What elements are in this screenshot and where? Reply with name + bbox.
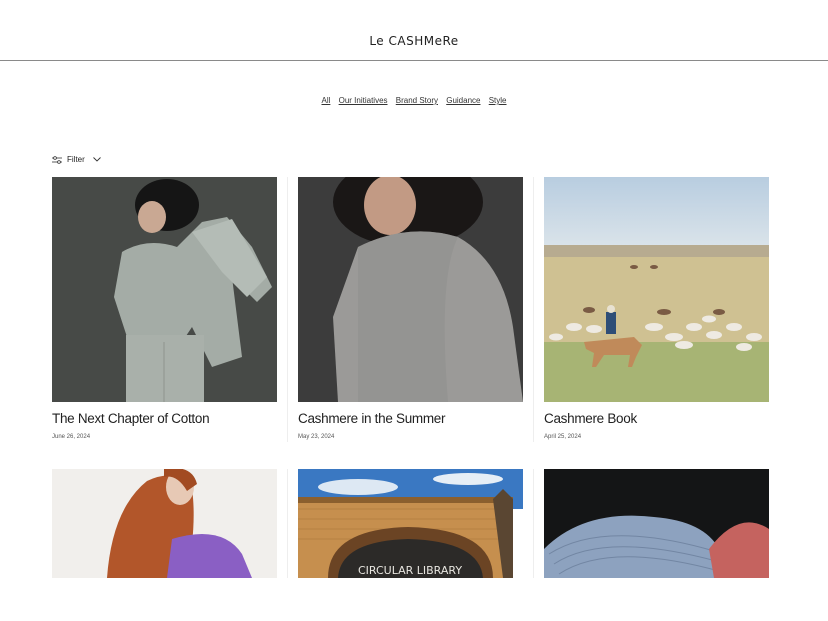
article-card[interactable]: The Next Chapter of Cotton June 26, 2024 [52,177,277,440]
article-image[interactable] [544,177,769,402]
article-image[interactable] [298,177,523,402]
article-image[interactable] [544,469,769,578]
site-header: Le CASHMeRe [0,0,828,61]
article-date: June 26, 2024 [52,434,91,440]
brand-logo[interactable]: Le CASHMeRe [0,34,828,48]
category-nav: All Our Initiatives Brand Story Guidance… [0,96,828,105]
article-image[interactable]: CIRCULAR LIBRARY [298,469,523,578]
nav-item-our-initiatives[interactable]: Our Initiatives [339,96,388,105]
article-image[interactable] [52,177,277,402]
article-date: April 25, 2024 [544,434,582,440]
article-card[interactable] [544,469,769,587]
nav-item-guidance[interactable]: Guidance [446,96,480,105]
sliders-icon [52,155,62,164]
article-title[interactable]: Cashmere Book [544,411,769,426]
article-card[interactable]: Cashmere in the Summer May 23, 2024 [298,177,523,440]
filter-button[interactable]: Filter [52,155,101,164]
chevron-down-icon [92,157,101,162]
sign-text: CIRCULAR LIBRARY [358,564,462,577]
column-divider [287,177,288,442]
column-divider [533,177,534,442]
article-card[interactable]: Cashmere Book April 25, 2024 [544,177,769,440]
nav-item-all[interactable]: All [321,96,330,105]
nav-item-brand-story[interactable]: Brand Story [396,96,438,105]
column-divider [287,469,288,578]
article-image[interactable] [52,469,277,578]
article-card[interactable] [52,469,277,587]
article-card[interactable]: CIRCULAR LIBRARY [298,469,523,587]
article-date: May 23, 2024 [298,434,335,440]
nav-item-style[interactable]: Style [489,96,507,105]
article-title[interactable]: The Next Chapter of Cotton [52,411,277,426]
filter-label: Filter [67,155,85,164]
article-title[interactable]: Cashmere in the Summer [298,411,523,426]
column-divider [533,469,534,578]
